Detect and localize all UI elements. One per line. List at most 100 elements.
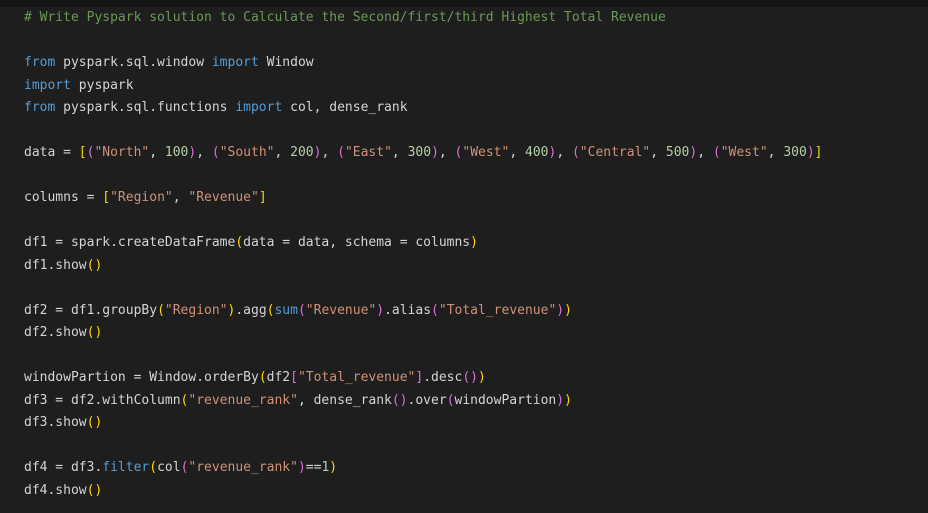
code-line[interactable]: df2 = df1.groupBy("Region").agg(sum("Rev… xyxy=(24,300,822,323)
code-token-default: pyspark xyxy=(70,77,134,93)
code-token-keyword: import xyxy=(211,55,259,70)
code-token-default: , xyxy=(767,145,784,160)
code-token-default: , xyxy=(556,145,572,160)
code-token-bracket-gold: ) xyxy=(564,392,572,408)
code-token-bracket-purple: ] xyxy=(415,370,424,385)
code-token-keyword: from xyxy=(24,55,56,70)
code-token-default: Window xyxy=(258,55,314,70)
code-token-default: , xyxy=(391,145,408,160)
code-token-number: 300 xyxy=(783,145,807,160)
code-token-default: data = xyxy=(24,145,79,160)
code-token-bracket-purple: ( xyxy=(431,302,439,318)
code-token-bracket-gold: [ xyxy=(78,145,87,160)
code-token-bracket-purple: ) xyxy=(556,392,565,408)
code-token-default: df3 = df2.withColumn xyxy=(24,392,181,408)
code-line[interactable]: df4 = df3.filter(col("revenue_rank")==1) xyxy=(24,457,822,480)
code-token-bracket-gold: ] xyxy=(258,190,267,205)
code-line[interactable] xyxy=(24,277,822,300)
code-token-default: df2 = df1.groupBy xyxy=(24,302,158,318)
code-token-string: "revenue_rank" xyxy=(188,392,298,408)
code-token-string: "Revenue" xyxy=(188,190,259,205)
code-token-default: , xyxy=(274,145,291,160)
code-token-builtin: sum xyxy=(274,302,298,318)
code-token-bracket-gold: ) xyxy=(329,460,338,475)
code-token-default: .alias xyxy=(384,302,432,318)
code-token-bracket-gold: ) xyxy=(564,302,572,318)
code-token-default: , xyxy=(321,145,338,160)
code-token-default: , dense_rank xyxy=(297,392,392,408)
code-token-number: 300 xyxy=(407,145,432,160)
code-line[interactable] xyxy=(24,120,822,143)
code-token-string: "revenue_rank" xyxy=(188,460,298,475)
code-token-default: , xyxy=(196,145,212,160)
code-line[interactable]: df2.show() xyxy=(24,322,822,345)
code-line[interactable]: columns = ["Region", "Revenue"] xyxy=(24,187,822,210)
code-line[interactable]: from pyspark.sql.window import Window xyxy=(24,52,822,75)
code-token-bracket-purple: ( xyxy=(211,145,220,160)
code-token-string: "South" xyxy=(219,145,275,160)
code-token-bracket-purple: ) xyxy=(431,145,439,160)
code-token-comment: # Write Pyspark solution to Calculate th… xyxy=(24,10,666,25)
code-token-default: df1 = spark.createDataFrame xyxy=(24,235,236,250)
code-token-number: 500 xyxy=(665,145,690,160)
code-line[interactable]: df3 = df2.withColumn ( "revenue_rank", den… xyxy=(24,390,822,413)
code-line[interactable]: df3.show() xyxy=(24,412,822,435)
code-line[interactable]: df4.show() xyxy=(24,480,822,503)
code-token-default: .over xyxy=(407,392,447,408)
code-token-bracket-purple: ) xyxy=(376,302,385,318)
code-token-bracket-gold: ( xyxy=(149,460,158,475)
code-line[interactable]: from pyspark.sql.functions import col, d… xyxy=(24,97,822,120)
code-token-bracket-gold: () xyxy=(86,415,103,430)
code-token-default: columns = xyxy=(24,190,103,205)
code-token-keyword: import xyxy=(235,100,283,115)
code-token-bracket-gold: [ xyxy=(102,190,111,205)
code-token-default: .agg xyxy=(235,302,267,318)
code-token-number: 200 xyxy=(290,145,314,160)
code-token-bracket-purple: ( xyxy=(712,145,721,160)
code-token-string: "West" xyxy=(720,145,768,160)
code-token-bracket-purple: [ xyxy=(290,370,298,385)
code-token-string: "Total_revenue" xyxy=(297,370,416,385)
code-token-bracket-gold: () xyxy=(86,482,103,498)
code-token-default: == xyxy=(305,460,322,475)
code-token-string: "Region" xyxy=(110,190,173,205)
code-token-string: "Revenue" xyxy=(305,302,377,318)
code-token-default: data = data, schema = columns xyxy=(243,235,471,250)
code-line[interactable] xyxy=(24,435,822,458)
code-token-string: "North" xyxy=(94,145,150,160)
code-line[interactable]: windowPartion = Window.orderBy(df2["Tota… xyxy=(24,367,822,390)
code-token-default: , xyxy=(149,145,165,160)
code-token-bracket-purple: ) xyxy=(556,302,565,318)
code-token-default: windowPartion = Window.orderBy xyxy=(24,370,259,385)
code-token-string: "Total_revenue" xyxy=(438,302,557,318)
code-token-default: , xyxy=(438,145,455,160)
code-token-default: windowPartion xyxy=(454,392,557,408)
code-token-bracket-purple: ( xyxy=(446,392,455,408)
code-token-number: 100 xyxy=(164,145,189,160)
code-token-bracket-gold: ) xyxy=(477,370,486,385)
code-token-keyword: from xyxy=(24,100,56,115)
code-line[interactable] xyxy=(24,165,822,188)
code-token-default: col xyxy=(157,460,181,475)
code-token-bracket-gold: () xyxy=(86,257,103,273)
code-line[interactable] xyxy=(24,345,822,368)
code-token-string: "East" xyxy=(344,145,392,160)
code-token-bracket-gold: ( xyxy=(157,302,165,318)
code-token-bracket-gold: ( xyxy=(258,370,267,385)
code-line[interactable]: data = [("North", 100), ("South", 200), … xyxy=(24,142,822,165)
code-token-bracket-gold: ] xyxy=(814,145,823,160)
code-line[interactable]: # Write Pyspark solution to Calculate th… xyxy=(24,7,822,30)
code-line[interactable] xyxy=(24,210,822,233)
code-token-default: pyspark.sql.window xyxy=(55,55,212,70)
code-token-default: df4 = df3. xyxy=(24,460,103,475)
code-token-keyword: import xyxy=(24,77,71,93)
code-line[interactable]: df1.show() xyxy=(24,255,822,278)
code-line[interactable]: df1 = spark.createDataFrame(data = data,… xyxy=(24,232,822,255)
code-token-default: , xyxy=(172,190,189,205)
code-token-bracket-gold: ) xyxy=(470,235,478,250)
code-editor[interactable]: # Write Pyspark solution to Calculate th… xyxy=(24,7,822,502)
code-token-default: pyspark.sql.functions xyxy=(55,100,236,115)
code-token-bracket-purple: ) xyxy=(806,145,815,160)
code-line[interactable] xyxy=(24,30,822,53)
code-line[interactable]: import pyspark xyxy=(24,75,822,98)
